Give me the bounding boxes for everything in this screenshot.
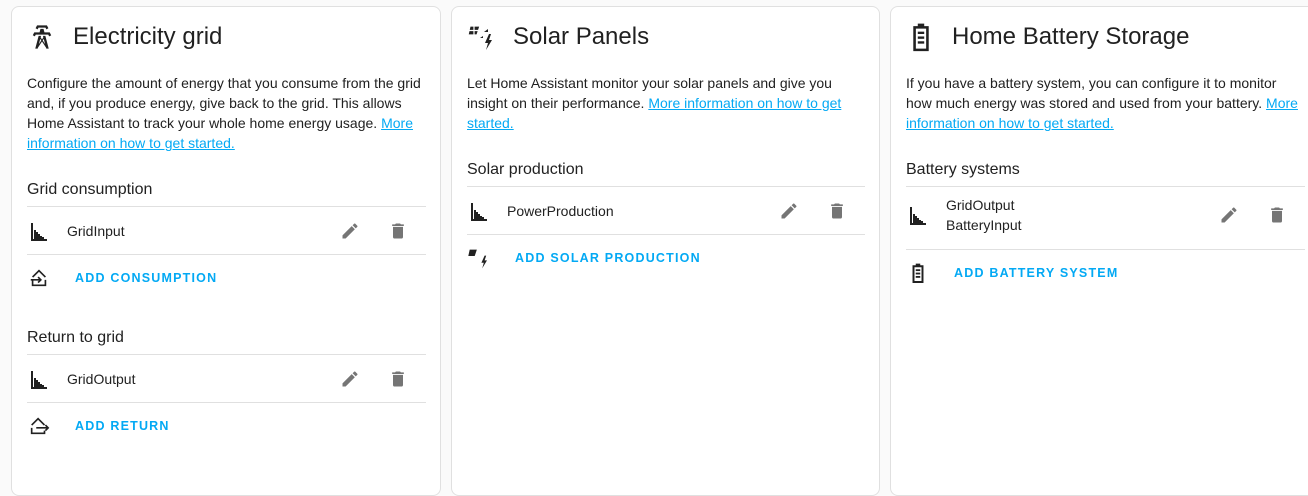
transmission-tower-icon (27, 22, 57, 52)
delete-icon[interactable] (825, 199, 849, 223)
section-title-grid-consumption: Grid consumption (27, 181, 153, 198)
list-item: GridInput (27, 206, 426, 255)
home-import-icon (27, 266, 51, 290)
home-export-icon (27, 414, 51, 438)
list-item: PowerProduction (467, 186, 865, 235)
solar-power-icon (467, 246, 491, 270)
description-text: Configure the amount of energy that you … (27, 75, 421, 131)
add-return-row: ADD RETURN (27, 402, 426, 449)
add-battery-system-button[interactable]: ADD BATTERY SYSTEM (954, 260, 1118, 286)
edit-icon[interactable] (777, 199, 801, 223)
delete-icon[interactable] (1265, 203, 1289, 227)
add-battery-system-row: ADD BATTERY SYSTEM (906, 249, 1305, 296)
card-description: Let Home Assistant monitor your solar pa… (467, 73, 865, 133)
edit-icon[interactable] (338, 219, 362, 243)
energy-chart-icon (27, 367, 51, 391)
battery-icon (906, 22, 936, 52)
edit-icon[interactable] (1217, 203, 1241, 227)
section-title-solar-production: Solar production (467, 161, 584, 178)
add-consumption-button[interactable]: ADD CONSUMPTION (75, 265, 217, 291)
section-title-battery-systems: Battery systems (906, 161, 1020, 178)
card-description: Configure the amount of energy that you … (27, 73, 426, 153)
list-item: GridOutput BatteryInput (906, 186, 1305, 243)
item-label: GridOutput BatteryInput (946, 195, 1217, 235)
add-return-button[interactable]: ADD RETURN (75, 413, 170, 439)
item-label: GridInput (67, 223, 125, 239)
solar-power-icon (467, 22, 497, 52)
item-label: PowerProduction (507, 203, 614, 219)
description-text: If you have a battery system, you can co… (906, 75, 1277, 111)
item-line-2: BatteryInput (946, 217, 1022, 233)
item-line-1: GridOutput (946, 197, 1015, 213)
add-solar-production-row: ADD SOLAR PRODUCTION (467, 234, 865, 281)
item-label: GridOutput (67, 371, 136, 387)
delete-icon[interactable] (386, 219, 410, 243)
card-header: Electricity grid (27, 19, 222, 55)
add-solar-production-button[interactable]: ADD SOLAR PRODUCTION (515, 245, 701, 271)
card-header: Solar Panels (467, 19, 649, 55)
energy-chart-icon (906, 203, 930, 227)
solar-panels-card: Solar Panels Let Home Assistant monitor … (451, 6, 880, 496)
list-item: GridOutput (27, 354, 426, 403)
energy-chart-icon (467, 199, 491, 223)
card-title: Solar Panels (513, 23, 650, 50)
edit-icon[interactable] (338, 367, 362, 391)
delete-icon[interactable] (386, 367, 410, 391)
card-description: If you have a battery system, you can co… (906, 73, 1305, 133)
card-header: Home Battery Storage (906, 19, 1189, 55)
energy-chart-icon (27, 219, 51, 243)
home-battery-storage-card: Home Battery Storage If you have a batte… (890, 6, 1308, 496)
card-title: Home Battery Storage (952, 23, 1190, 50)
section-title-return-to-grid: Return to grid (27, 329, 124, 346)
add-consumption-row: ADD CONSUMPTION (27, 254, 426, 301)
battery-icon (906, 261, 930, 285)
card-title: Electricity grid (73, 23, 223, 50)
electricity-grid-card: Electricity grid Configure the amount of… (11, 6, 441, 496)
